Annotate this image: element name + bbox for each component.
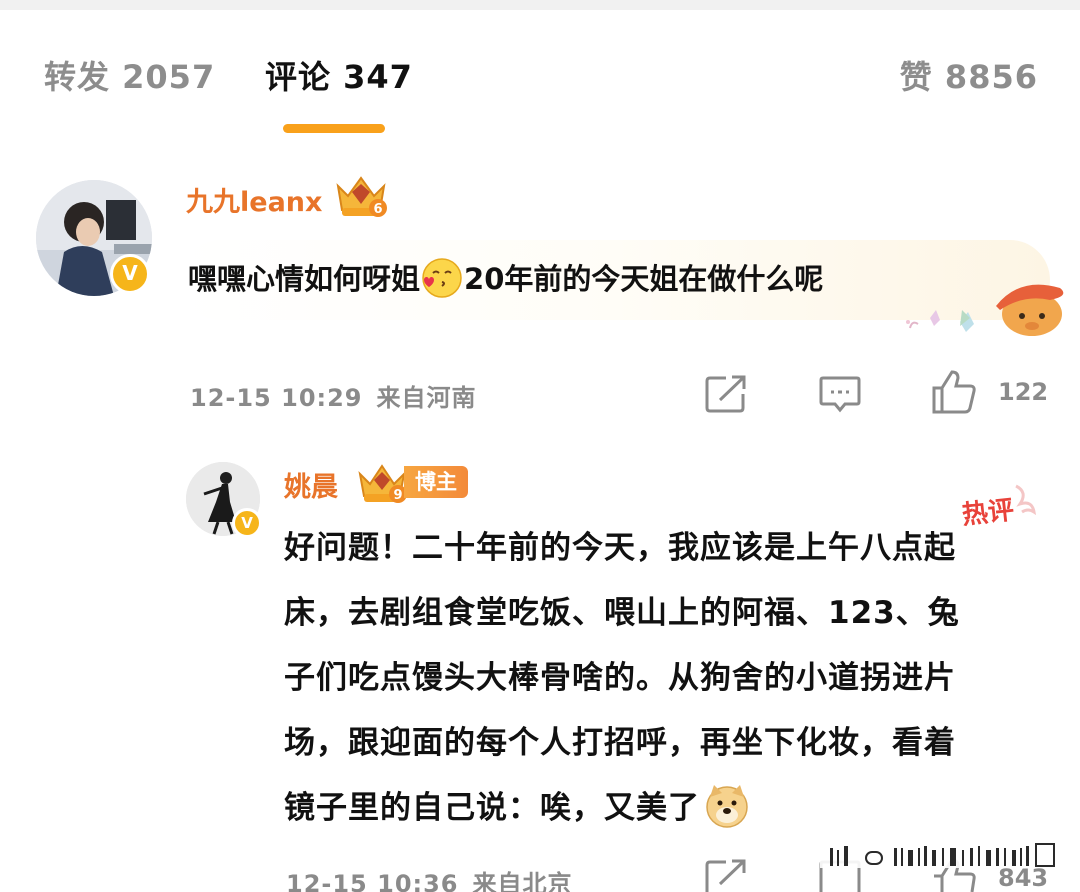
crown-level-number: 6 <box>373 202 382 217</box>
verified-icon: V <box>110 254 150 294</box>
reply-line: 子们吃点馒头大棒骨啥的。从狗舍的小道拐进片 <box>284 660 956 696</box>
share-icon[interactable] <box>704 858 748 892</box>
duck-sticker-icon <box>906 284 1064 336</box>
reply-time: 12-15 10:36 <box>286 870 459 892</box>
comment-icon[interactable] <box>818 374 862 414</box>
comment-time: 12-15 10:29 <box>190 384 363 412</box>
top-bar <box>0 0 1080 10</box>
comment-meta: 12-15 10:29 来自河南 <box>190 378 477 413</box>
comment-username[interactable]: 九九leanx <box>186 180 322 219</box>
reply-line: 场，跟迎面的每个人打招呼，再坐下化妆，看着 <box>284 725 956 761</box>
share-icon[interactable] <box>704 374 748 414</box>
tab-bar: 转发 2057 评论 347 赞 8856 <box>0 52 1080 112</box>
crown-level-icon: 6 <box>336 176 387 217</box>
tab-repost[interactable]: 转发 2057 <box>44 52 215 98</box>
reply-username[interactable]: 姚晨 <box>284 465 338 504</box>
active-tab-indicator <box>283 124 385 133</box>
crown-level-icon: 9 <box>358 464 407 503</box>
reply-location: 来自北京 <box>472 870 573 892</box>
like-count: 122 <box>998 378 1049 406</box>
kiss-emoji-icon <box>422 258 462 298</box>
comment-text: 嘿嘿心情如何呀姐 20年前的今天姐在做什么呢 <box>188 256 823 298</box>
verified-icon: V <box>232 508 262 538</box>
reply-line: 好问题！二十年前的今天，我应该是上午八点起 <box>284 530 956 566</box>
reply-text: 好问题！二十年前的今天，我应该是上午八点起 床，去剧组食堂吃饭、喂山上的阿福、1… <box>284 516 1054 841</box>
comment-location: 来自河南 <box>376 384 477 412</box>
blogger-tag: 博主 <box>404 466 468 498</box>
reply-line: 床，去剧组食堂吃饭、喂山上的阿福、123、兔 <box>284 595 960 631</box>
tab-likes[interactable]: 赞 8856 <box>900 52 1038 98</box>
crown-level-number: 9 <box>393 488 402 503</box>
watermark-barcode <box>820 843 1060 868</box>
comment-text-part1: 嘿嘿心情如何呀姐 <box>188 262 421 296</box>
doge-emoji-icon <box>706 784 748 828</box>
reply-line-last: 镜子里的自己说：唉，又美了 <box>284 776 1054 841</box>
tab-comments[interactable]: 评论 347 <box>265 52 413 98</box>
reply-meta: 12-15 10:36 来自北京 <box>286 864 573 892</box>
comment-text-part2: 20年前的今天姐在做什么呢 <box>464 262 824 296</box>
like-icon[interactable] <box>930 368 978 416</box>
reply-line: 镜子里的自己说：唉，又美了 <box>284 790 700 826</box>
